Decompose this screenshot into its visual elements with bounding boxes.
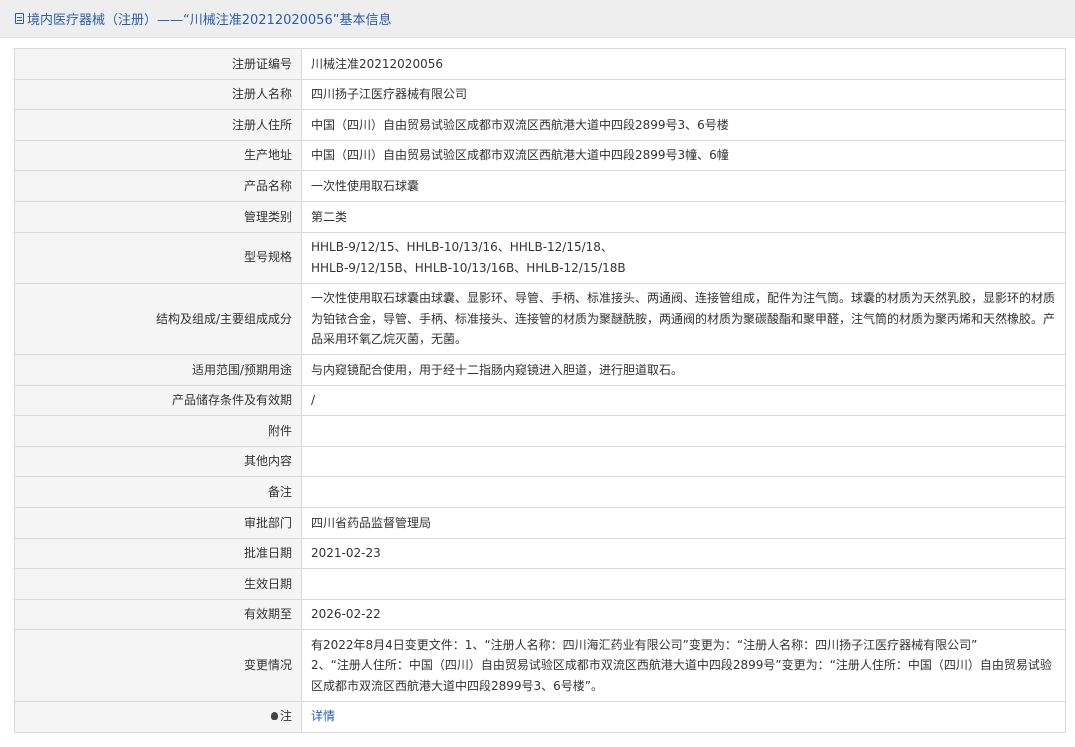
row-value bbox=[301, 568, 1066, 600]
lightbulb-icon bbox=[270, 712, 278, 721]
document-icon bbox=[15, 13, 24, 24]
info-table: 注册证编号 川械注准20212020056 注册人名称 四川扬子江医疗器械有限公… bbox=[14, 48, 1066, 733]
row-label: 生产地址 bbox=[14, 139, 302, 172]
row-value: 有2022年8月4日变更文件：1、“注册人名称：四川海汇药业有限公司”变更为：“… bbox=[301, 629, 1066, 702]
row-value bbox=[301, 476, 1066, 509]
table-row: 变更情况 有2022年8月4日变更文件：1、“注册人名称：四川海汇药业有限公司”… bbox=[14, 629, 1066, 702]
table-row: 附件 bbox=[14, 415, 1066, 447]
table-row: 产品储存条件及有效期 / bbox=[14, 384, 1066, 417]
info-table-wrapper: 注册证编号 川械注准20212020056 注册人名称 四川扬子江医疗器械有限公… bbox=[14, 48, 1066, 733]
row-value: 第二类 bbox=[301, 200, 1066, 233]
table-row: 批准日期 2021-02-23 bbox=[14, 537, 1066, 570]
row-value: HHLB-9/12/15、HHLB-10/13/16、HHLB-12/15/18… bbox=[301, 231, 1066, 284]
details-link[interactable]: 详情 bbox=[311, 709, 335, 723]
row-label: 型号规格 bbox=[14, 231, 302, 284]
row-value: 与内窥镜配合使用，用于经十二指肠内窥镜进入胆道，进行胆道取石。 bbox=[301, 354, 1066, 386]
value-line: HHLB-9/12/15、HHLB-10/13/16、HHLB-12/15/18… bbox=[311, 240, 613, 255]
table-row: 有效期至 2026-02-22 bbox=[14, 598, 1066, 631]
row-label: 有效期至 bbox=[14, 598, 302, 631]
table-row: 型号规格 HHLB-9/12/15、HHLB-10/13/16、HHLB-12/… bbox=[14, 231, 1066, 284]
row-value: 一次性使用取石球囊由球囊、显影环、导管、手柄、标准接头、两通阀、连接管组成，配件… bbox=[301, 282, 1066, 356]
row-label: 变更情况 bbox=[14, 629, 302, 702]
row-value: 中国（四川）自由贸易试验区成都市双流区西航港大道中四段2899号3幢、6幢 bbox=[301, 139, 1066, 172]
row-label: 注册人住所 bbox=[14, 109, 302, 141]
row-label: 注册证编号 bbox=[14, 48, 302, 80]
row-label: 批准日期 bbox=[14, 537, 302, 570]
row-value: 详情 bbox=[301, 700, 1066, 733]
table-row: 适用范围/预期用途 与内窥镜配合使用，用于经十二指肠内窥镜进入胆道，进行胆道取石… bbox=[14, 354, 1066, 386]
row-value bbox=[301, 445, 1066, 478]
table-row: 产品名称 一次性使用取石球囊 bbox=[14, 170, 1066, 202]
table-row: 注册证编号 川械注准20212020056 bbox=[14, 48, 1066, 80]
row-value: 2021-02-23 bbox=[301, 537, 1066, 570]
note-label: 注 bbox=[279, 709, 292, 724]
value-line: 有2022年8月4日变更文件：1、“注册人名称：四川海汇药业有限公司”变更为：“… bbox=[311, 637, 978, 652]
row-value: 一次性使用取石球囊 bbox=[301, 170, 1066, 202]
row-value: / bbox=[301, 384, 1066, 417]
value-line: HHLB-9/12/15B、HHLB-10/13/16B、HHLB-12/15/… bbox=[311, 260, 626, 275]
table-row: 备注 bbox=[14, 476, 1066, 509]
table-row: 结构及组成/主要组成成分 一次性使用取石球囊由球囊、显影环、导管、手柄、标准接头… bbox=[14, 282, 1066, 356]
row-label: 生效日期 bbox=[14, 568, 302, 600]
page-header: 境内医疗器械（注册）——“川械注准20212020056”基本信息 bbox=[0, 0, 1075, 38]
row-value: 四川省药品监督管理局 bbox=[301, 507, 1066, 539]
row-label: 备注 bbox=[14, 476, 302, 509]
table-row: 审批部门 四川省药品监督管理局 bbox=[14, 507, 1066, 539]
row-value: 2026-02-22 bbox=[301, 598, 1066, 631]
row-label: 审批部门 bbox=[14, 507, 302, 539]
table-row: 生产地址 中国（四川）自由贸易试验区成都市双流区西航港大道中四段2899号3幢、… bbox=[14, 139, 1066, 172]
page-title: 境内医疗器械（注册）——“川械注准20212020056”基本信息 bbox=[27, 13, 392, 28]
row-label: 适用范围/预期用途 bbox=[14, 354, 302, 386]
table-row: 其他内容 bbox=[14, 445, 1066, 478]
row-label: 管理类别 bbox=[14, 200, 302, 233]
table-row: 注 详情 bbox=[14, 700, 1066, 733]
row-label: 产品储存条件及有效期 bbox=[14, 384, 302, 417]
row-label: 注 bbox=[14, 700, 302, 733]
row-label: 结构及组成/主要组成成分 bbox=[14, 282, 302, 356]
row-label: 注册人名称 bbox=[14, 78, 302, 111]
row-value: 中国（四川）自由贸易试验区成都市双流区西航港大道中四段2899号3、6号楼 bbox=[301, 109, 1066, 141]
table-row: 注册人住所 中国（四川）自由贸易试验区成都市双流区西航港大道中四段2899号3、… bbox=[14, 109, 1066, 141]
table-row: 生效日期 bbox=[14, 568, 1066, 600]
row-value: 四川扬子江医疗器械有限公司 bbox=[301, 78, 1066, 111]
value-line: 2、“注册人住所：中国（四川）自由贸易试验区成都市双流区西航港大道中四段2899… bbox=[311, 658, 1052, 693]
table-row: 注册人名称 四川扬子江医疗器械有限公司 bbox=[14, 78, 1066, 111]
row-label: 附件 bbox=[14, 415, 302, 447]
row-value: 川械注准20212020056 bbox=[301, 48, 1066, 80]
row-label: 其他内容 bbox=[14, 445, 302, 478]
table-row: 管理类别 第二类 bbox=[14, 200, 1066, 233]
row-value bbox=[301, 415, 1066, 447]
row-label: 产品名称 bbox=[14, 170, 302, 202]
